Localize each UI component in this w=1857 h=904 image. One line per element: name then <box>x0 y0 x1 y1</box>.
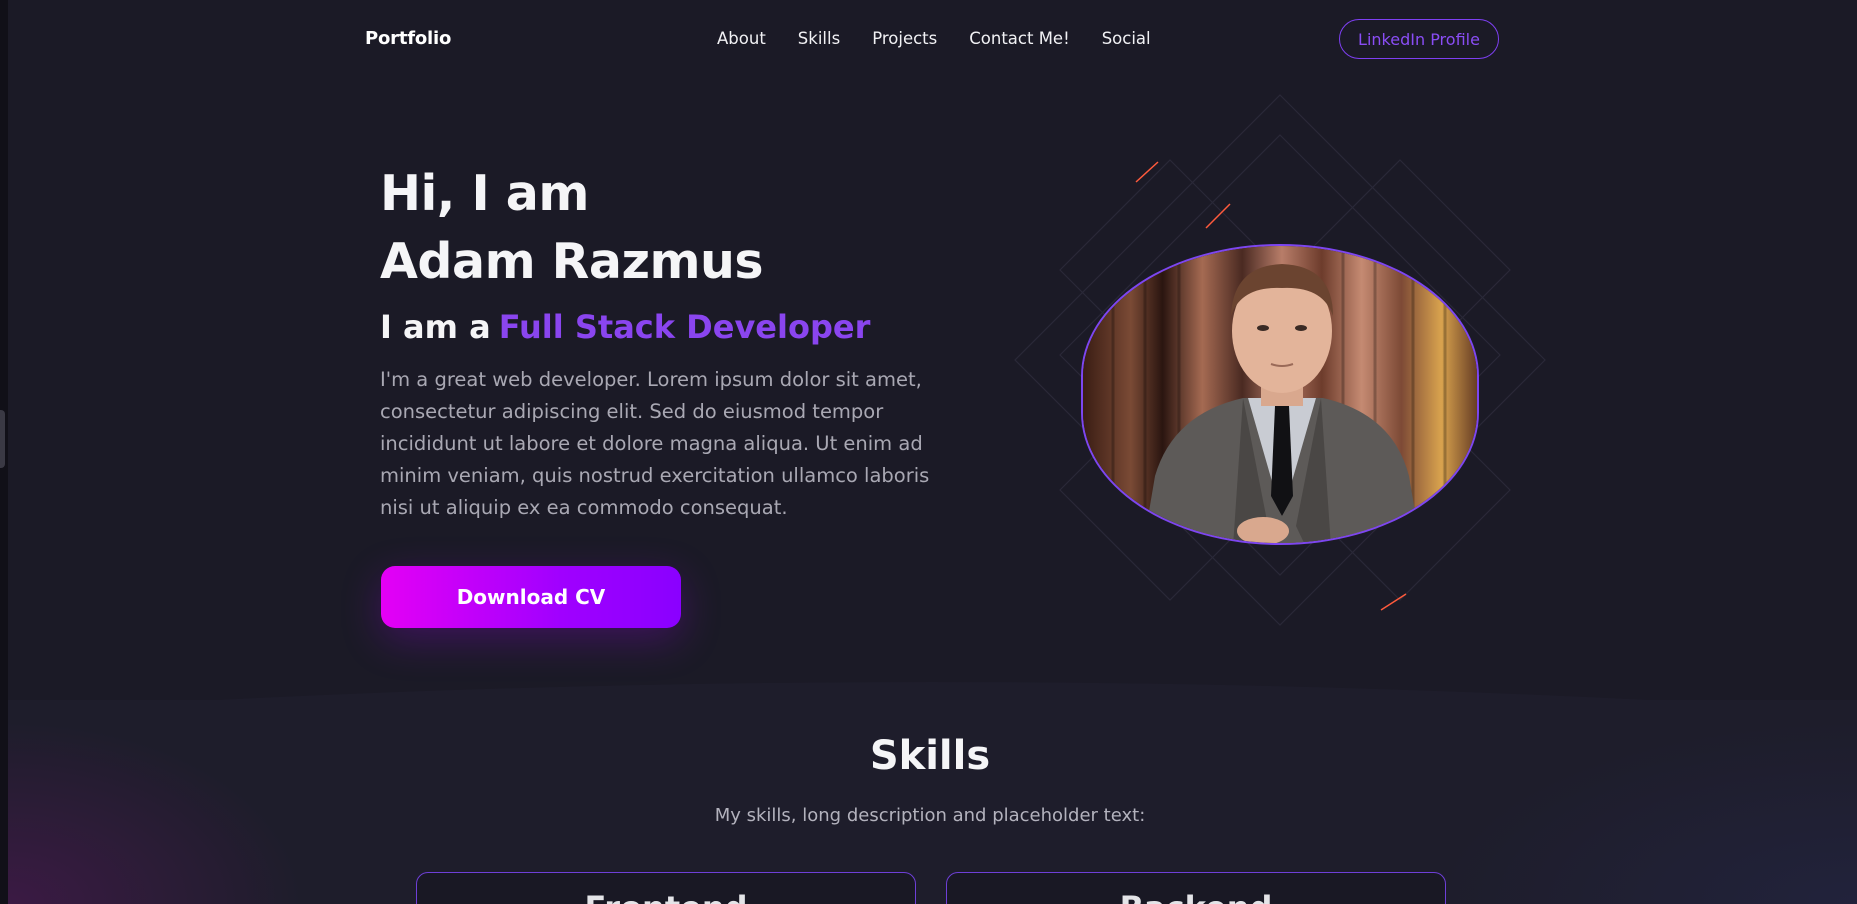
skills-heading: Skills <box>869 733 991 779</box>
profile-photo-illustration <box>1083 246 1477 543</box>
nav-item-about[interactable]: About <box>717 29 766 48</box>
skill-card-frontend: Frontend <box>416 872 916 904</box>
nav-item-projects[interactable]: Projects <box>872 29 937 48</box>
nav-item-contact[interactable]: Contact Me! <box>969 29 1069 48</box>
hero-subtitle: I am a Full Stack Developer <box>380 308 870 346</box>
linkedin-profile-button[interactable]: LinkedIn Profile <box>1339 19 1499 59</box>
skill-card-backend: Backend <box>946 872 1446 904</box>
skill-card-title: Frontend <box>417 889 915 904</box>
brand-logo[interactable]: Portfolio <box>365 28 451 49</box>
skills-section <box>8 700 1857 904</box>
nav-item-skills[interactable]: Skills <box>798 29 840 48</box>
role-title: Full Stack Developer <box>498 308 871 346</box>
hero-heading: Hi, I am Adam Razmus <box>380 160 764 296</box>
skills-description: My skills, long description and placehol… <box>714 805 1146 826</box>
sidebar-handle[interactable] <box>0 410 5 468</box>
profile-photo <box>1081 244 1479 545</box>
portfolio-page: Portfolio About Skills Projects Contact … <box>0 0 1857 904</box>
role-prefix: I am a <box>380 308 491 346</box>
hero-greeting: Hi, I am <box>380 165 589 222</box>
download-cv-button[interactable]: Download CV <box>381 566 681 628</box>
top-navigation: Portfolio About Skills Projects Contact … <box>0 0 1857 82</box>
skill-card-title: Backend <box>947 889 1445 904</box>
nav-item-social[interactable]: Social <box>1102 29 1151 48</box>
hero-name: Adam Razmus <box>380 233 764 290</box>
hero-description: I'm a great web developer. Lorem ipsum d… <box>380 368 930 519</box>
nav-menu: About Skills Projects Contact Me! Social <box>717 29 1183 48</box>
